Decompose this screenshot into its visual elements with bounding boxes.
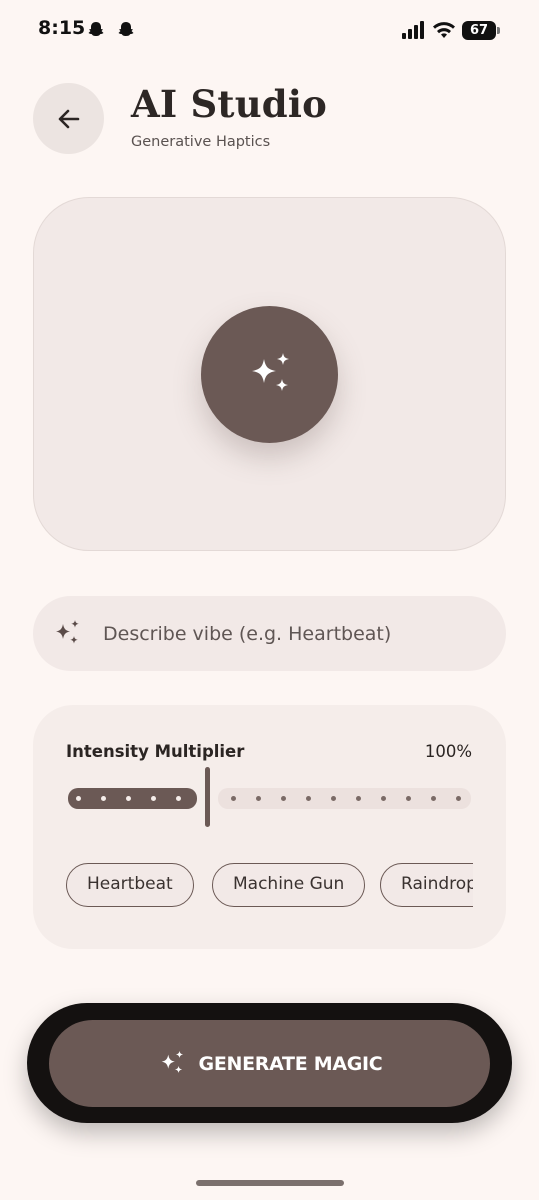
slider-fill-dot — [126, 796, 131, 801]
slider-fill-dot — [101, 796, 106, 801]
slider-track-dot — [456, 796, 461, 801]
slider-track-dot — [331, 796, 336, 801]
slider-track-dot — [356, 796, 361, 801]
vibe-field[interactable] — [33, 596, 506, 671]
sparkles-icon — [161, 1050, 183, 1073]
generate-label: GENERATE MAGIC — [198, 1052, 383, 1075]
slider-fill-dot — [76, 796, 81, 801]
slider-track-dot — [256, 796, 261, 801]
back-button[interactable] — [33, 83, 104, 154]
page-title: AI Studio — [131, 82, 328, 126]
intensity-card: Intensity Multiplier 100% Heartbeat Mach… — [33, 705, 506, 949]
slider-track-dot — [231, 796, 236, 801]
signal-icon — [402, 21, 424, 39]
slider-track-dot — [381, 796, 386, 801]
preset-chip-raindrops[interactable]: Raindrops — [380, 863, 473, 907]
slider-fill-dot — [176, 796, 181, 801]
generate-button-container: GENERATE MAGIC — [27, 1003, 512, 1123]
slider-track — [218, 788, 471, 809]
wifi-icon — [433, 22, 455, 38]
page-subtitle: Generative Haptics — [131, 134, 271, 150]
slider-fill-dot — [151, 796, 156, 801]
home-indicator[interactable] — [196, 1180, 344, 1186]
slider-track-dot — [431, 796, 436, 801]
intensity-slider[interactable] — [68, 767, 471, 829]
battery-icon: 67 — [462, 21, 500, 40]
intensity-value: 100% — [424, 742, 472, 761]
generate-magic-button[interactable]: GENERATE MAGIC — [49, 1020, 490, 1107]
snapchat-icon — [118, 22, 134, 36]
sparkles-icon — [251, 352, 289, 391]
status-bar: 8:15 67 — [0, 0, 539, 62]
battery-level: 67 — [462, 21, 496, 40]
slider-track-dot — [306, 796, 311, 801]
sparkles-icon — [56, 620, 79, 644]
snapchat-icon — [88, 22, 104, 36]
arrow-left-icon — [58, 109, 79, 128]
preset-chip-heartbeat[interactable]: Heartbeat — [66, 863, 194, 907]
slider-thumb[interactable] — [205, 767, 210, 827]
preset-chips: Heartbeat Machine Gun Raindrops — [66, 863, 473, 909]
slider-fill — [68, 788, 197, 809]
intensity-label: Intensity Multiplier — [66, 742, 245, 761]
slider-track-dot — [406, 796, 411, 801]
vibe-input[interactable] — [103, 596, 493, 671]
status-time: 8:15 — [38, 17, 86, 39]
slider-track-dot — [281, 796, 286, 801]
magic-orb-button[interactable] — [201, 306, 338, 443]
preset-chip-machine-gun[interactable]: Machine Gun — [212, 863, 366, 907]
